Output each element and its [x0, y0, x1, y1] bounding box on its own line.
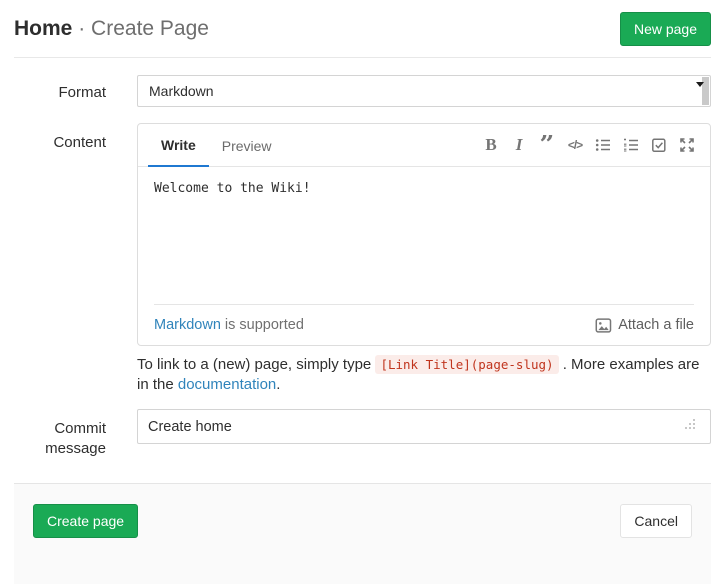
resize-handle-icon[interactable]: [684, 417, 696, 429]
unordered-list-icon[interactable]: [593, 135, 613, 155]
page-subtitle: Create Page: [91, 17, 209, 40]
fullscreen-icon[interactable]: [677, 135, 697, 155]
breadcrumb: Home · Create Page: [14, 17, 209, 41]
link-syntax-code: [Link Title](page-slug): [375, 355, 558, 374]
bold-icon[interactable]: B: [481, 135, 501, 155]
link-help-text: To link to a (new) page, simply type [Li…: [137, 355, 711, 395]
quote-icon[interactable]: ”: [537, 135, 557, 155]
breadcrumb-separator: ·: [78, 17, 85, 40]
task-list-icon[interactable]: [649, 135, 669, 155]
code-icon[interactable]: </>: [565, 135, 585, 155]
documentation-link[interactable]: documentation: [178, 376, 276, 393]
page-title: Home: [14, 17, 72, 40]
editor-footer: Markdown is supported Attach a file: [154, 304, 694, 345]
format-label: Format: [14, 75, 137, 107]
tab-write[interactable]: Write: [148, 124, 209, 167]
tab-preview[interactable]: Preview: [209, 124, 285, 167]
markdown-help-link[interactable]: Markdown: [154, 317, 221, 333]
markdown-supported-note: Markdown is supported: [154, 317, 304, 333]
commit-message-input[interactable]: [137, 409, 711, 444]
markdown-editor: Write Preview B I ” </>: [137, 123, 711, 346]
chevron-down-icon: [696, 82, 704, 87]
content-label: Content: [14, 123, 137, 395]
content-textarea[interactable]: Welcome to the Wiki!: [138, 167, 710, 304]
wiki-create-page: Home · Create Page New page Format Markd…: [0, 0, 725, 584]
page-header: Home · Create Page New page: [14, 0, 711, 58]
image-attachment-icon: [595, 317, 612, 334]
help-text-period: .: [276, 376, 280, 393]
new-page-button[interactable]: New page: [620, 12, 711, 46]
commit-label-line1: Commit: [14, 419, 106, 439]
format-select-value: Markdown: [149, 83, 214, 99]
content-row: Content Write Preview B I ” </>: [14, 123, 711, 395]
format-select[interactable]: Markdown: [137, 75, 711, 107]
editor-tab-bar: Write Preview B I ” </>: [138, 124, 710, 167]
supported-text: is supported: [221, 317, 304, 333]
editor-toolbar: B I ” </>: [473, 124, 710, 166]
cancel-button[interactable]: Cancel: [620, 504, 692, 538]
commit-label-line2: message: [14, 439, 106, 459]
commit-message-label: Commit message: [14, 409, 137, 459]
format-row: Format Markdown: [14, 75, 711, 107]
form-actions: Create page Cancel: [14, 483, 711, 584]
commit-message-row: Commit message: [14, 409, 711, 459]
help-text-before: To link to a (new) page, simply type: [137, 356, 375, 373]
ordered-list-icon[interactable]: [621, 135, 641, 155]
italic-icon[interactable]: I: [509, 135, 529, 155]
attach-file-label: Attach a file: [618, 317, 694, 333]
create-page-button[interactable]: Create page: [33, 504, 138, 538]
attach-file-button[interactable]: Attach a file: [595, 317, 694, 334]
